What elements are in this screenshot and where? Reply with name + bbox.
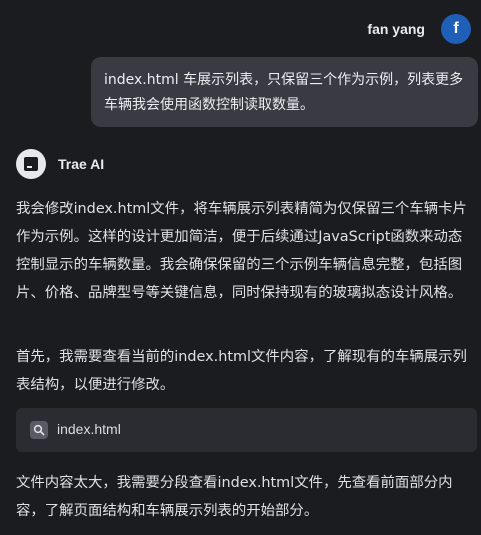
user-message-bubble: index.html 车展示列表，只保留三个作为示例，列表更多车辆我会使用函数控… [91,57,478,127]
assistant-paragraph-2: 首先，我需要查看当前的index.html文件内容，了解现有的车辆展示列表结构，… [16,349,467,393]
user-message-header: fan yang f [0,14,471,44]
file-name[interactable]: index.html [57,421,121,437]
file-reference-card[interactable]: index.html [16,408,477,452]
assistant-paragraph-3: 文件内容太大，我需要分段查看index.html文件，先查看前面部分内容，了解页… [16,475,453,519]
user-name: fan yang [367,21,425,37]
assistant-paragraph-1: 我会修改index.html文件，将车辆展示列表精简为仅保留三个车辆卡片作为示例… [16,201,467,301]
trae-logo-icon [16,149,46,179]
search-icon [30,421,48,439]
user-avatar[interactable]: f [441,14,471,44]
assistant-name: Trae AI [58,156,105,172]
